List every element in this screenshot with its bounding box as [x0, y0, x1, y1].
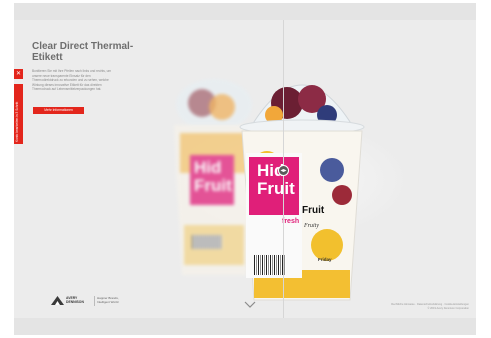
- front-label-text-2: Fruit: [257, 179, 295, 198]
- avery-triangle-icon: [51, 296, 64, 305]
- back-cup-label: Hid Fruit: [190, 155, 234, 205]
- hero-description: Bonitieren Sie mit Ihre Pfeilen nach lin…: [32, 69, 112, 92]
- bottom-letterbox-band: [14, 318, 476, 335]
- brand-tagline: Happier Brands, Intelligent World: [97, 296, 119, 304]
- front-label-fresh: fresh: [282, 218, 300, 225]
- back-label-text-1: Hid: [194, 158, 222, 177]
- hero-stage: Hid Fruit Hid Fruit fresh Fruit Fruity F…: [14, 20, 476, 318]
- side-tab-label: Konto bearbeiten in 3 Schritt: [15, 101, 19, 142]
- front-cup-barcode: [254, 255, 286, 275]
- brand-separator: [94, 296, 95, 306]
- brand-name-line2: DENNISON: [66, 299, 84, 304]
- front-cup-pink-label: Hid Fruit: [249, 157, 299, 215]
- footer-copyright: © 2019 Avery Dennison Corporation: [427, 306, 469, 310]
- hero-title: Clear Direct Thermal-Etikett: [32, 41, 134, 63]
- more-info-button[interactable]: Mehr Informationen: [33, 107, 84, 114]
- chevron-down-icon[interactable]: [244, 301, 256, 309]
- right-label-friday: Friday: [318, 257, 332, 262]
- back-cup-barcode: [192, 235, 222, 249]
- footer-legal: Rechtliche Hinweise · Datenschutzerkläru…: [374, 303, 469, 310]
- brand-tagline-line2: Intelligent World: [97, 299, 119, 304]
- top-letterbox-band: [14, 3, 476, 20]
- comparison-drag-handle[interactable]: ◂▸: [278, 165, 289, 176]
- side-tab[interactable]: Konto bearbeiten in 3 Schritt: [14, 84, 23, 144]
- brand-name: AVERY DENNISON: [66, 296, 84, 305]
- right-label-fruity: Fruity: [304, 223, 319, 229]
- back-label-text-2: Fruit: [194, 176, 232, 195]
- product-cup-front: Hid Fruit fresh Fruit Fruity Friday: [232, 65, 372, 315]
- right-label-fruit: Fruit: [302, 205, 325, 216]
- side-tab-icon[interactable]: ✕: [14, 69, 23, 79]
